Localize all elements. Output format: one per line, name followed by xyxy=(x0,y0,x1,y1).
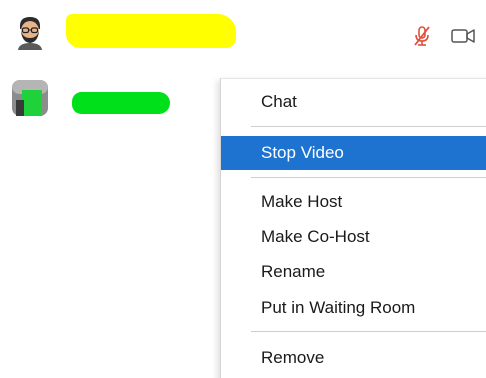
mic-muted-icon[interactable] xyxy=(410,24,434,48)
menu-item-make-host[interactable]: Make Host xyxy=(221,185,486,219)
menu-item-make-co-host[interactable]: Make Co-Host xyxy=(221,220,486,254)
menu-item-stop-video[interactable]: Stop Video xyxy=(221,136,486,170)
menu-separator xyxy=(251,331,486,332)
participant-context-menu: Chat Stop Video Make Host Make Co-Host R… xyxy=(220,78,486,378)
menu-item-rename[interactable]: Rename xyxy=(221,255,486,289)
name-redaction xyxy=(66,14,236,48)
name-redaction xyxy=(72,92,170,114)
participant-row-self[interactable] xyxy=(0,10,486,60)
video-camera-icon[interactable] xyxy=(450,24,478,48)
menu-separator xyxy=(251,177,486,178)
menu-item-chat[interactable]: Chat xyxy=(221,85,486,119)
menu-item-remove[interactable]: Remove xyxy=(221,341,486,375)
participants-panel: Chat Stop Video Make Host Make Co-Host R… xyxy=(0,0,486,378)
menu-separator xyxy=(251,126,486,127)
photo-avatar-icon xyxy=(12,80,48,116)
menu-item-put-in-waiting-room[interactable]: Put in Waiting Room xyxy=(221,291,486,325)
memoji-avatar-icon xyxy=(12,14,48,50)
